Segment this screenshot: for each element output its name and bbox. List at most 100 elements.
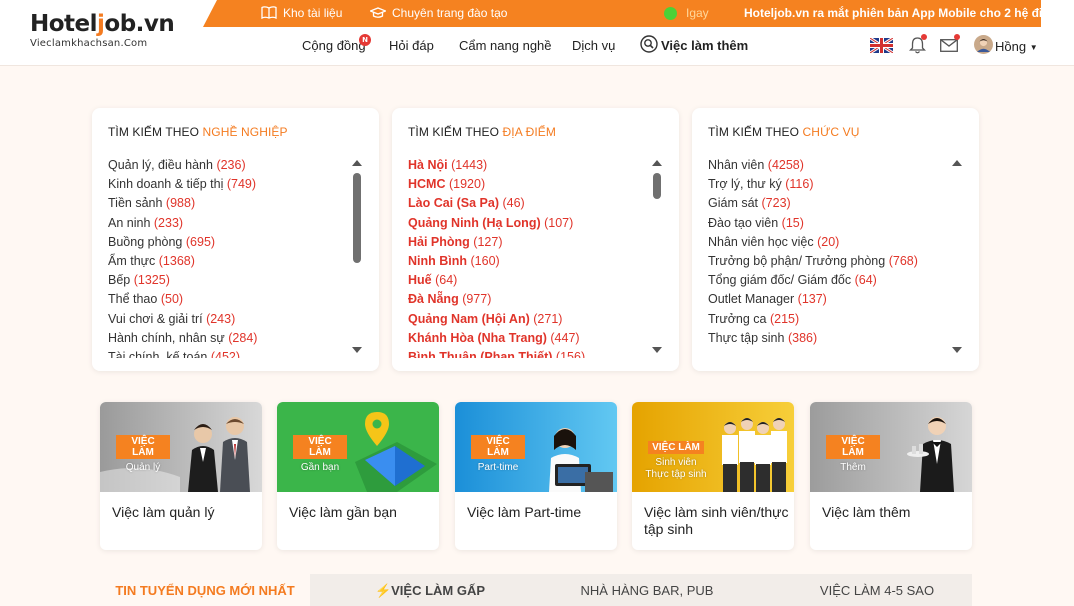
scrollbar[interactable] — [352, 158, 362, 353]
mail-icon[interactable] — [940, 39, 958, 52]
search-circle-icon — [640, 35, 658, 53]
list-item-label: Hải Phòng — [408, 234, 470, 249]
list-item-count: (236) — [216, 158, 246, 172]
list-item-label: Thực tập sinh — [708, 330, 785, 345]
job-tabs: TIN TUYỂN DỤNG MỚI NHẤT ⚡VIỆC LÀM GẤP NH… — [100, 574, 972, 606]
list-nghenghiep: Quản lý, điều hành (236) Kinh doanh & tiế… — [108, 156, 348, 358]
avatar[interactable] — [974, 35, 993, 54]
list-item-count: (4258) — [767, 158, 804, 172]
list-item[interactable]: Quảng Ninh (Hạ Long) (107) — [408, 214, 648, 233]
list-item-label: Khánh Hòa (Nha Trang) — [408, 330, 547, 345]
scrollbar[interactable] — [652, 158, 662, 353]
list-item-count: (116) — [785, 177, 814, 192]
list-item[interactable]: An ninh (233) — [108, 214, 348, 233]
list-item[interactable]: Nhân viên học việc (20) — [708, 233, 948, 252]
list-item[interactable]: Tiền sảnh (988) — [108, 194, 348, 213]
list-item-label: Vui chơi & giải trí — [108, 311, 203, 326]
list-item-count: (988) — [165, 196, 196, 211]
top-link-kho[interactable]: Kho tài liệu — [261, 6, 342, 20]
nav-congdong[interactable]: Cộng đồng — [302, 38, 366, 53]
list-item-count: (233) — [153, 215, 184, 230]
list-item[interactable]: Vui chơi & giải trí (243) — [108, 310, 348, 329]
list-item[interactable]: Kinh doanh & tiếp thị (749) — [108, 175, 348, 194]
list-item[interactable]: Buồng phòng (695) — [108, 233, 348, 252]
nav-hoidap[interactable]: Hỏi đáp — [389, 38, 434, 53]
list-item-label: Ẩm thực — [108, 253, 156, 268]
list-item[interactable]: Lào Cai (Sa Pa) (46) — [408, 194, 648, 213]
tab-tinmoinhat[interactable]: TIN TUYỂN DỤNG MỚI NHẤT — [100, 574, 310, 606]
nav-vieclamthem-label: Việc làm thêm — [661, 38, 749, 53]
tab-vieclam45sao[interactable]: VIỆC LÀM 4-5 SAO — [792, 574, 962, 606]
top-link-chuyentrang[interactable]: Chuyên trang đào tạo — [370, 6, 507, 20]
list-item[interactable]: HCMC (1920) — [408, 175, 648, 194]
list-item[interactable]: Bình Thuận (Phan Thiết) (156) — [408, 348, 648, 358]
list-item-count: (127) — [473, 234, 503, 249]
list-item-label: Quản lý, điều hành — [108, 158, 213, 172]
list-item[interactable]: Trợ lý, thư ký (116) — [708, 175, 948, 194]
list-item-count: (137) — [797, 292, 827, 307]
scroll-up-icon[interactable] — [652, 160, 662, 166]
tile-label: Việc làm quản lý — [112, 504, 215, 520]
list-item[interactable]: Hà Nội (1443) — [408, 156, 648, 175]
top-bar: Kho tài liệu Chuyên trang đào tạo Igay H… — [203, 0, 1041, 27]
list-item-label: Trợ lý, thư ký — [708, 177, 782, 192]
list-item-count: (386) — [787, 330, 818, 345]
tile-vieclam-ganban[interactable]: VIỆC LÀM Gần bạn Việc làm gần bạn — [277, 402, 439, 550]
list-item[interactable]: Thực tập sinh (386) — [708, 329, 948, 348]
list-item-count: (723) — [761, 196, 791, 211]
news-ticker[interactable]: Hoteljob.vn ra mắt phiên bản App Mobile … — [744, 6, 1041, 20]
list-item-label: Ninh Bình — [408, 253, 468, 268]
uk-flag-icon[interactable] — [870, 38, 893, 53]
list-item-label: Tài chính, kế toán — [108, 349, 208, 358]
list-item[interactable]: Ẩm thực (1368) — [108, 252, 348, 271]
tile-vieclam-parttime[interactable]: VIỆC LÀM Part-time Việc làm Part-time — [455, 402, 617, 550]
list-item[interactable]: Khánh Hòa (Nha Trang) (447) — [408, 329, 648, 348]
scroll-up-icon[interactable] — [952, 160, 962, 166]
list-item-label: Tổng giám đốc/ Giám đốc — [708, 273, 852, 288]
user-menu[interactable]: Hồng ▼ — [995, 39, 1038, 54]
list-item[interactable]: Hành chính, nhân sự (284) — [108, 329, 348, 348]
list-item[interactable]: Tài chính, kế toán (452) — [108, 348, 348, 358]
list-item-label: Quảng Nam (Hội An) — [408, 311, 530, 326]
scrollbar[interactable] — [952, 158, 962, 353]
list-item[interactable]: Tổng giám đốc/ Giám đốc (64) — [708, 271, 948, 290]
list-item-label: Trưởng bộ phận/ Trưởng phòng — [708, 253, 886, 268]
list-item-label: Trưởng ca — [708, 311, 767, 326]
list-item[interactable]: Hải Phòng (127) — [408, 233, 648, 252]
list-item-count: (243) — [206, 311, 236, 326]
list-item[interactable]: Bếp (1325) — [108, 271, 348, 290]
tab-vieclamgap[interactable]: ⚡VIỆC LÀM GẤP — [350, 574, 510, 606]
nav-camnang[interactable]: Cẩm nang nghề — [459, 38, 552, 53]
list-item[interactable]: Đà Nẵng (977) — [408, 290, 648, 309]
list-item[interactable]: Nhân viên (4258) — [708, 156, 948, 175]
scroll-thumb[interactable] — [353, 173, 361, 263]
list-item[interactable]: Outlet Manager (137) — [708, 290, 948, 309]
list-item-count: (215) — [769, 311, 800, 326]
list-item-count: (15) — [781, 215, 804, 230]
list-item-count: (160) — [470, 253, 500, 268]
site-logo[interactable]: Hoteljob.vn Vieclamkhachsan.Com — [30, 11, 175, 49]
scroll-down-icon[interactable] — [352, 347, 362, 353]
list-item[interactable]: Huế (64) — [408, 271, 648, 290]
card-title: TÌM KIẾM THEO CHỨC VỤ — [708, 125, 860, 139]
list-item-count: (695) — [185, 234, 216, 249]
tile-vieclam-sinhvien[interactable]: VIỆC LÀM Sinh viên Thực tập sinh Việc làm … — [632, 402, 794, 550]
tab-nhahangbar[interactable]: NHÀ HÀNG BAR, PUB — [562, 574, 732, 606]
list-item[interactable]: Quảng Nam (Hội An) (271) — [408, 310, 648, 329]
list-item[interactable]: Trưởng bộ phận/ Trưởng phòng (768) — [708, 252, 948, 271]
list-item[interactable]: Ninh Bình (160) — [408, 252, 648, 271]
list-item[interactable]: Giám sát (723) — [708, 194, 948, 213]
tile-vieclam-quanly[interactable]: VIỆC LÀM Quản lý Việc làm quản lý — [100, 402, 262, 550]
scroll-up-icon[interactable] — [352, 160, 362, 166]
nav-dichvu[interactable]: Dịch vụ — [572, 38, 615, 53]
scroll-down-icon[interactable] — [652, 347, 662, 353]
list-item[interactable]: Thể thao (50) — [108, 290, 348, 309]
list-item[interactable]: Đào tạo viên (15) — [708, 214, 948, 233]
lightning-icon: ⚡ — [374, 583, 392, 598]
list-item[interactable]: Trưởng ca (215) — [708, 310, 948, 329]
scroll-down-icon[interactable] — [952, 347, 962, 353]
tile-label: Việc làm gần bạn — [289, 504, 397, 520]
tile-vieclam-them[interactable]: VIỆC LÀM Thêm Việc làm thêm — [810, 402, 972, 550]
list-item[interactable]: Quản lý, điều hành (236) — [108, 156, 348, 175]
scroll-thumb[interactable] — [653, 173, 661, 199]
